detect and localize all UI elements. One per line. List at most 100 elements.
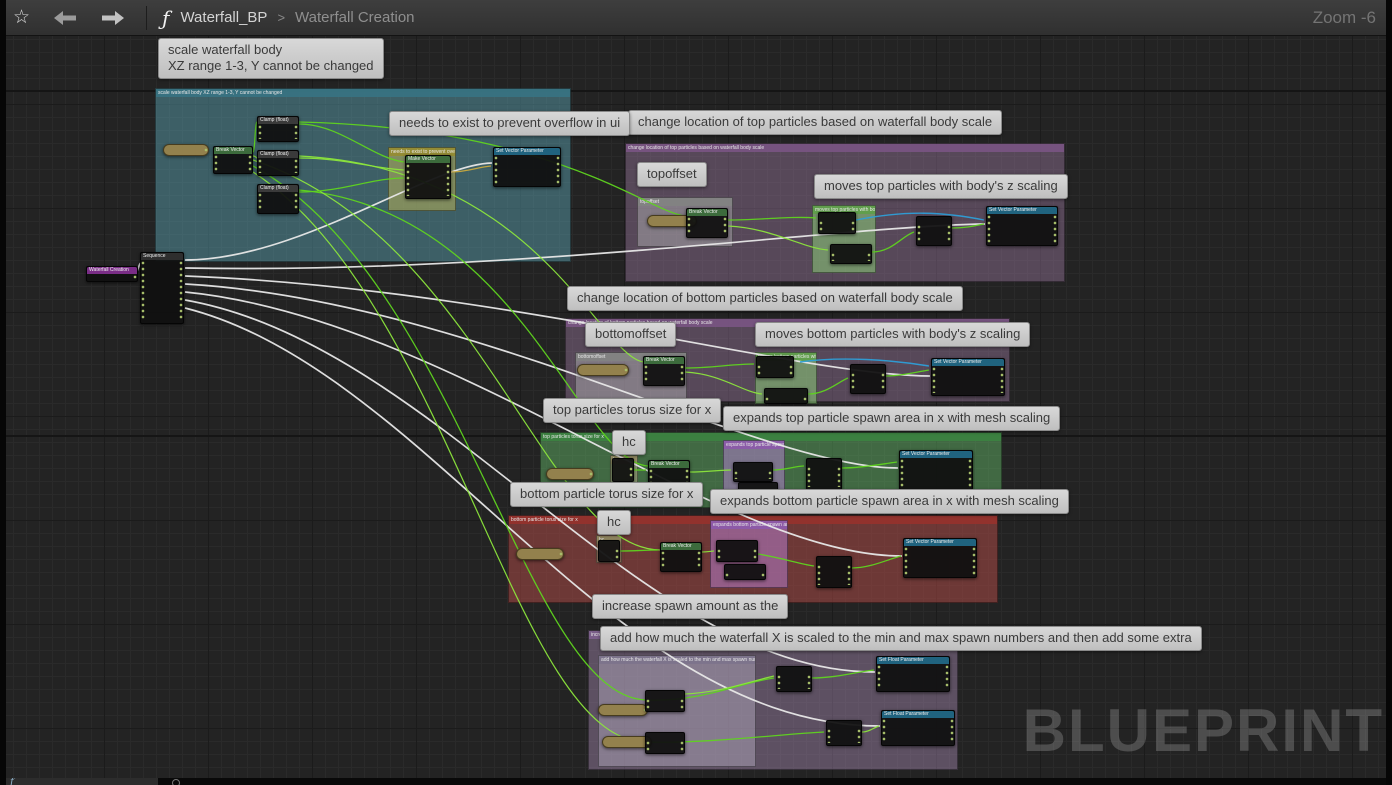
node-input-pins[interactable] — [646, 741, 650, 751]
node-input-pins[interactable] — [932, 367, 936, 393]
node-output-pins[interactable] — [629, 467, 633, 479]
node-input-pins[interactable] — [877, 665, 881, 689]
comment-title-label-bottom-particles-location[interactable]: change location of bottom particles base… — [567, 286, 963, 311]
comment-title-label-scale-waterfall-body[interactable]: scale waterfall body XZ range 1-3, Y cann… — [158, 38, 384, 79]
node-input-pins[interactable] — [725, 573, 729, 577]
forward-arrow-icon[interactable] — [100, 10, 126, 26]
node-input-pins[interactable] — [851, 373, 855, 391]
node-spawn-add-1[interactable] — [645, 690, 685, 712]
node-output-pins[interactable] — [680, 365, 684, 383]
node-output-pins[interactable] — [761, 573, 765, 577]
node-set-float-param-1[interactable]: Set Float Parameter — [876, 656, 950, 692]
comment-header-topoffset[interactable]: topoffset — [638, 198, 732, 206]
node-output-pins[interactable] — [294, 125, 298, 139]
node-clamp-2[interactable]: Clamp (float) — [257, 150, 299, 176]
comment-title-label-bottomoffset[interactable]: bottomoffset — [585, 322, 677, 347]
node-set-vector-param-3[interactable]: Set Vector Parameter — [931, 358, 1005, 396]
node-top-spawn-add[interactable] — [806, 458, 842, 490]
node-output-pins[interactable] — [803, 397, 807, 401]
node-input-pins[interactable] — [757, 365, 761, 375]
node-output-pins[interactable] — [950, 719, 954, 743]
node-output-pins[interactable] — [446, 164, 450, 196]
node-top-spawn-1[interactable] — [733, 462, 773, 482]
comment-title-label-hc-top[interactable]: hc — [612, 430, 646, 455]
node-scale-get[interactable] — [163, 144, 209, 156]
comment-title-label-moves-top-particles[interactable]: moves top particles with body's z scalin… — [814, 174, 1068, 199]
node-input-pins[interactable] — [827, 729, 831, 743]
node-input-pins[interactable] — [900, 459, 904, 487]
node-output-pins[interactable] — [837, 467, 841, 487]
bottom-tab[interactable]: ƒ — [6, 778, 158, 785]
favorite-star-icon[interactable]: ☆ — [13, 0, 30, 36]
breadcrumb-current[interactable]: Waterfall Creation — [295, 9, 415, 26]
node-input-pins[interactable] — [917, 225, 921, 243]
node-output-pins[interactable] — [556, 156, 560, 184]
node-output-pins[interactable] — [857, 729, 861, 743]
node-set-vector-param-4[interactable]: Set Vector Parameter — [899, 450, 973, 490]
node-output-pins[interactable] — [1000, 367, 1004, 393]
node-output-pins[interactable] — [972, 547, 976, 575]
node-bottom-torus-get[interactable] — [516, 548, 564, 560]
node-bot-spawn-1[interactable] — [716, 540, 758, 562]
node-output-pins[interactable] — [589, 472, 593, 477]
node-output-pins[interactable] — [968, 459, 972, 487]
node-bot-spawn-2[interactable] — [724, 564, 766, 580]
node-output-pins[interactable] — [881, 373, 885, 391]
comment-title-label-increase-spawn-amount[interactable]: increase spawn amount as the — [592, 594, 789, 619]
comment-title-label-top-particles-location[interactable]: change location of top particles based o… — [628, 110, 1003, 135]
node-input-pins[interactable] — [807, 467, 811, 487]
node-break-vector-2[interactable]: Break Vector — [686, 208, 728, 238]
node-output-pins[interactable] — [615, 549, 619, 559]
node-input-pins[interactable] — [819, 221, 823, 231]
node-output-pins[interactable] — [248, 155, 252, 171]
node-input-pins[interactable] — [214, 155, 218, 171]
node-input-pins[interactable] — [717, 549, 721, 559]
node-output-pins[interactable] — [294, 193, 298, 211]
node-top-torus-get[interactable] — [546, 468, 594, 480]
comment-header-scale-waterfall-body[interactable]: scale waterfall body XZ range 1-3, Y can… — [156, 89, 570, 97]
comment-header-add-how-much[interactable]: add how much the waterfall X is scaled t… — [599, 656, 755, 664]
node-make-vector[interactable]: Make Vector — [405, 155, 451, 199]
node-input-pins[interactable] — [777, 675, 781, 689]
comment-title-label-overflow-ui[interactable]: needs to exist to prevent overflow in ui — [389, 111, 631, 136]
node-input-pins[interactable] — [765, 397, 769, 401]
node-input-pins[interactable] — [644, 365, 648, 383]
node-input-pins[interactable] — [258, 193, 262, 211]
comment-header-top-particles-location[interactable]: change location of top particles based o… — [626, 144, 1064, 152]
back-arrow-icon[interactable] — [52, 10, 78, 26]
comment-header-expands-bottom-spawn[interactable]: expands bottom particle spawn area in x … — [711, 521, 787, 529]
node-bot-spawn-add[interactable] — [816, 556, 852, 588]
node-input-pins[interactable] — [406, 164, 410, 196]
node-break-vector-3[interactable]: Break Vector — [643, 356, 685, 386]
node-input-pins[interactable] — [494, 156, 498, 184]
node-input-pins[interactable] — [987, 215, 991, 243]
comment-title-label-expands-bottom-spawn[interactable]: expands bottom particle spawn area in x … — [710, 489, 1069, 514]
node-spawn-add-2[interactable] — [645, 732, 685, 754]
node-bot-mult-2[interactable] — [764, 388, 808, 404]
node-bot-add[interactable] — [850, 364, 886, 394]
node-output-pins[interactable] — [768, 471, 772, 479]
node-input-pins[interactable] — [817, 565, 821, 585]
comment-title-label-moves-bottom-particles[interactable]: moves bottom particles with body's z sca… — [755, 322, 1031, 347]
node-spawn-min-get[interactable] — [598, 704, 648, 716]
node-output-pins[interactable] — [204, 148, 208, 153]
node-output-pins[interactable] — [680, 741, 684, 751]
node-output-pins[interactable] — [294, 159, 298, 173]
node-input-pins[interactable] — [661, 551, 665, 569]
node-output-pins[interactable] — [680, 699, 684, 709]
node-output-pins[interactable] — [807, 675, 811, 689]
comment-title-label-bottom-torus-size[interactable]: bottom particle torus size for x — [510, 482, 704, 507]
node-input-pins[interactable] — [734, 471, 738, 479]
node-clamp-3[interactable]: Clamp (float) — [257, 184, 299, 214]
node-output-pins[interactable] — [753, 549, 757, 559]
node-spawn-n2[interactable] — [826, 720, 862, 746]
comment-title-label-add-how-much[interactable]: add how much the waterfall X is scaled t… — [600, 626, 1202, 651]
node-output-pins[interactable] — [945, 665, 949, 689]
node-output-pins[interactable] — [697, 551, 701, 569]
node-output-pins[interactable] — [723, 217, 727, 235]
node-hc-top-node[interactable] — [612, 458, 634, 482]
comment-title-label-hc-bottom[interactable]: hc — [597, 510, 631, 535]
node-set-vector-param-2[interactable]: Set Vector Parameter — [986, 206, 1058, 246]
node-sequence[interactable]: Sequence — [140, 252, 184, 324]
node-top-add[interactable] — [916, 216, 952, 246]
